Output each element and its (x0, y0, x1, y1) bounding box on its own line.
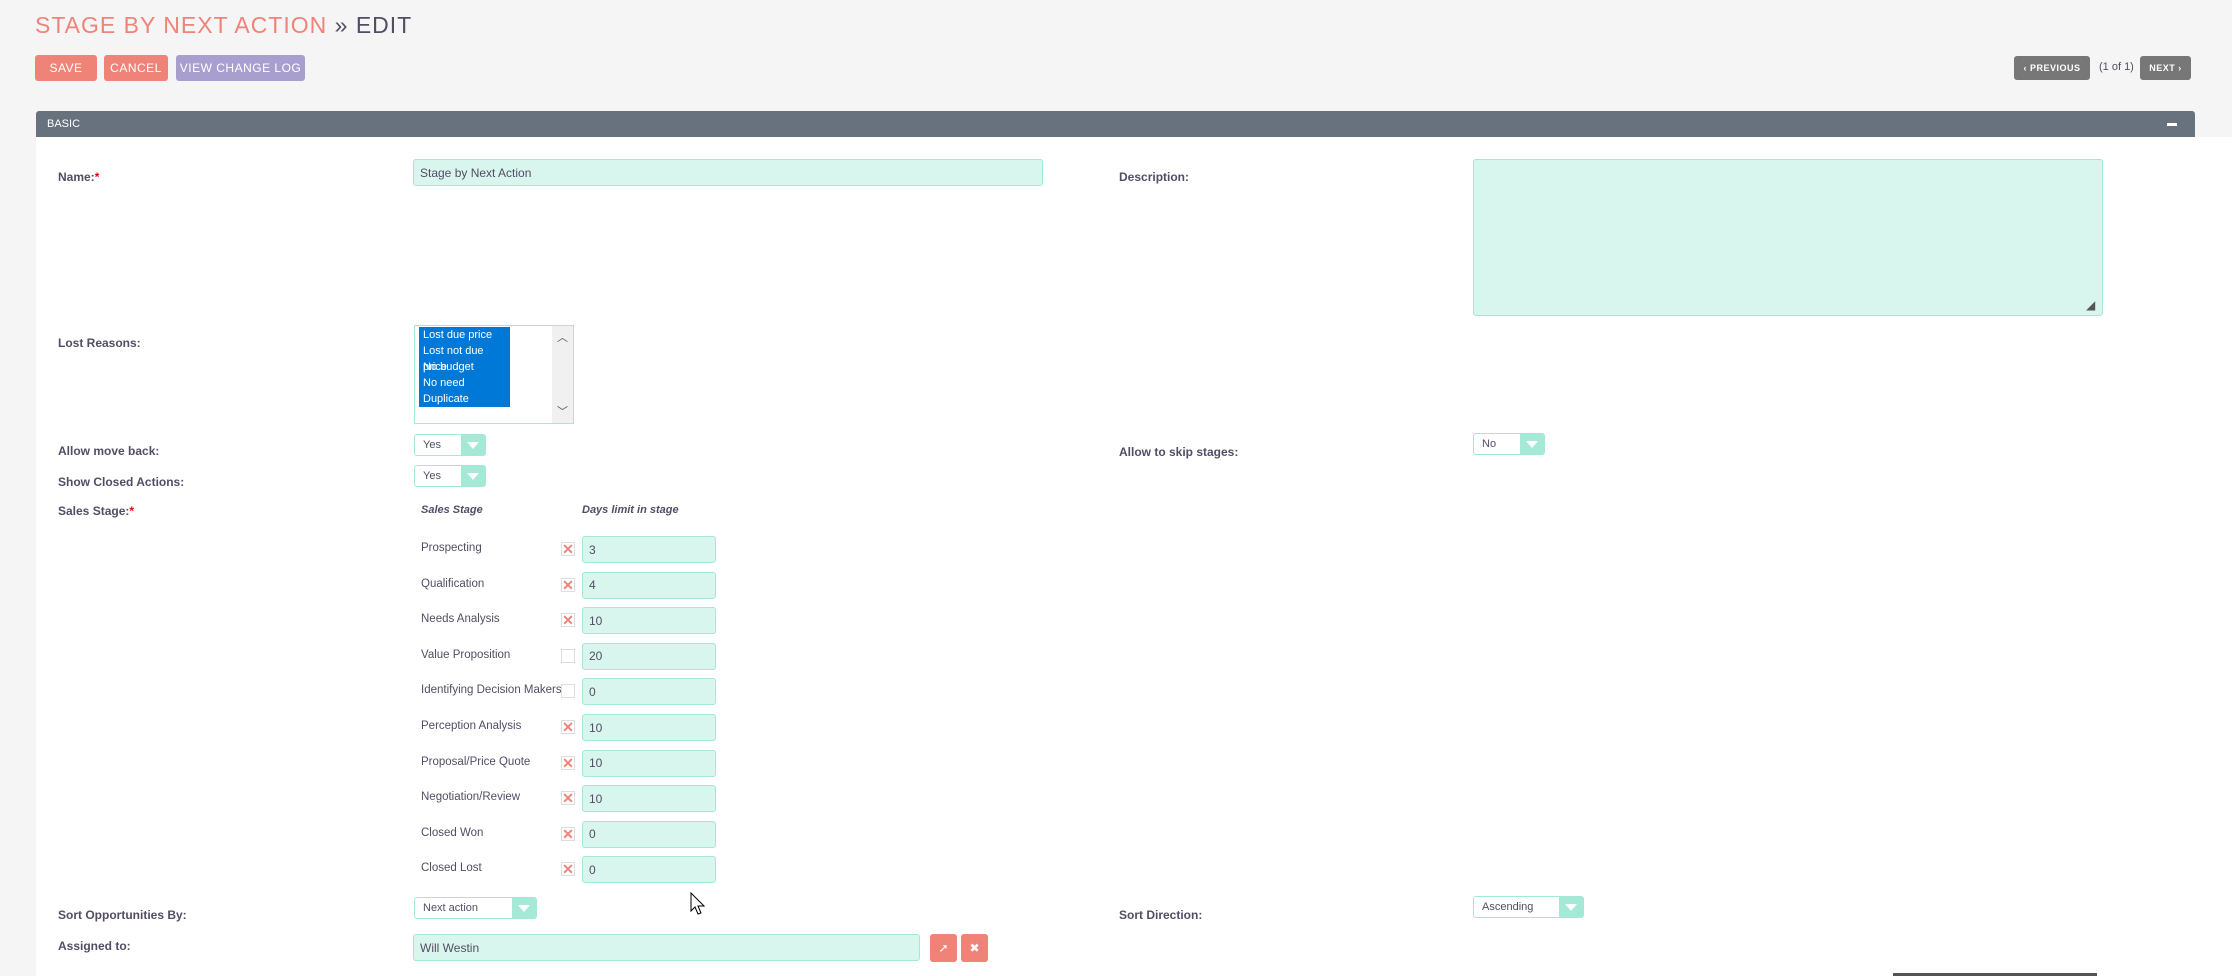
clear-user-button[interactable]: ✖ (961, 934, 988, 962)
pagination-count: (1 of 1) (2099, 61, 2134, 73)
dropdown-arrow-icon (461, 466, 485, 486)
assigned-to-label: Assigned to: (58, 939, 131, 953)
sort-direction-label: Sort Direction: (1119, 908, 1203, 922)
sales-stage-name: Negotiation/Review (421, 791, 521, 804)
description-label: Description: (1119, 170, 1190, 184)
assigned-to-input[interactable]: Will Westin (413, 934, 920, 961)
module-title[interactable]: STAGE BY NEXT ACTION (35, 12, 327, 38)
dropdown-arrow-icon (461, 435, 485, 455)
previous-label: PREVIOUS (2029, 63, 2081, 73)
cancel-button[interactable]: CANCEL (104, 55, 168, 81)
select-value: Yes (423, 439, 441, 451)
allow-skip-stages-select[interactable]: No (1473, 433, 1545, 455)
select-value: No (1482, 438, 1497, 450)
chevron-right-icon: › (2175, 63, 2182, 73)
select-value: Yes (423, 470, 441, 482)
sales-stage-label: Sales Stage:* (58, 504, 135, 518)
sales-stage-name: Closed Won (421, 826, 484, 839)
dropdown-arrow-icon (512, 898, 536, 918)
sort-by-label: Sort Opportunities By: (58, 908, 187, 922)
days-limit-input[interactable]: 0 (582, 820, 716, 848)
panel-title: BASIC (47, 118, 81, 130)
stage-checkbox[interactable] (561, 684, 575, 699)
scroll-down-icon[interactable]: ﹀ (552, 403, 573, 419)
scrollbar[interactable]: ︿ ﹀ (552, 326, 573, 423)
allow-move-back-label: Allow move back: (58, 444, 160, 458)
days-limit-input[interactable]: 10 (582, 607, 716, 635)
days-limit-input[interactable]: 0 (582, 678, 716, 706)
lost-reasons-multiselect[interactable]: Lost due price Lost not due price No bud… (414, 325, 574, 424)
stage-checkbox[interactable]: ✕ (561, 862, 575, 877)
days-limit-input[interactable]: 10 (582, 785, 716, 813)
collapse-icon[interactable] (2167, 123, 2177, 126)
days-limit-input[interactable]: 20 (582, 642, 716, 670)
sales-stage-name: Proposal/Price Quote (421, 755, 531, 768)
sales-stage-name: Value Proposition (421, 648, 511, 661)
days-limit-input[interactable]: 10 (582, 714, 716, 741)
lost-reason-option[interactable]: Duplicate (419, 391, 510, 407)
sales-stage-name: Identifying Decision Makers (421, 684, 562, 697)
stage-checkbox[interactable]: ✕ (561, 755, 575, 770)
dropdown-arrow-icon (1559, 897, 1583, 917)
select-value: Ascending (1482, 901, 1534, 913)
days-limit-input[interactable]: 10 (582, 749, 716, 777)
title-separator: » (334, 12, 349, 38)
previous-button[interactable]: ‹ PREVIOUS (2014, 56, 2090, 80)
dropdown-arrow-icon (1520, 434, 1544, 454)
lost-reason-option[interactable]: No budget (419, 359, 510, 375)
stage-checkbox[interactable]: ✕ (561, 826, 575, 841)
stage-checkbox[interactable]: ✕ (561, 613, 575, 628)
sales-stage-name: Closed Lost (421, 862, 482, 875)
scroll-up-icon[interactable]: ︿ (552, 329, 573, 345)
sales-stage-name: Needs Analysis (421, 613, 500, 626)
page-title: STAGE BY NEXT ACTION » EDIT (35, 12, 412, 39)
stage-checkbox[interactable]: ✕ (561, 720, 575, 734)
sales-stage-column-header: Sales Stage (421, 504, 483, 516)
next-label: NEXT (2149, 63, 2176, 73)
sort-by-select[interactable]: Next action (414, 897, 537, 919)
sort-direction-select[interactable]: Ascending (1473, 896, 1584, 918)
show-closed-actions-select[interactable]: Yes (414, 465, 486, 487)
name-label: Name:* (58, 170, 100, 184)
mouse-cursor-icon (690, 892, 706, 915)
next-button[interactable]: NEXT › (2140, 56, 2191, 80)
stage-checkbox[interactable]: ✕ (561, 577, 575, 592)
description-textarea[interactable] (1473, 159, 2103, 316)
days-limit-column-header: Days limit in stage (582, 504, 679, 516)
lost-reason-option[interactable]: Lost not due price (419, 343, 510, 373)
select-value: Next action (423, 902, 479, 914)
lost-reason-option[interactable]: No need (419, 375, 510, 391)
sales-stage-name: Perception Analysis (421, 720, 522, 732)
stage-checkbox[interactable]: ✕ (561, 542, 575, 556)
allow-skip-stages-label: Allow to skip stages: (1119, 445, 1239, 459)
resize-handle-icon[interactable]: ◢ (2086, 298, 2095, 312)
panel-header-basic[interactable]: BASIC (36, 111, 2195, 137)
lost-reasons-label: Lost Reasons: (58, 336, 141, 350)
allow-move-back-select[interactable]: Yes (414, 434, 486, 456)
select-user-button[interactable]: ➚ (930, 934, 957, 962)
action-title: EDIT (355, 12, 413, 38)
cursor-arrow-icon: ➚ (938, 941, 949, 955)
close-icon: ✖ (969, 941, 980, 955)
days-limit-input[interactable]: 3 (582, 536, 716, 563)
lost-reason-option[interactable]: Lost due price (419, 327, 510, 343)
stage-checkbox[interactable]: ✕ (561, 791, 575, 806)
view-change-log-button[interactable]: VIEW CHANGE LOG (176, 55, 305, 81)
name-input[interactable]: Stage by Next Action (413, 159, 1043, 186)
sales-stage-name: Qualification (421, 577, 485, 590)
days-limit-input[interactable]: 4 (582, 571, 716, 599)
stage-checkbox[interactable] (561, 648, 575, 663)
days-limit-input[interactable]: 0 (582, 856, 716, 884)
save-button[interactable]: SAVE (35, 55, 97, 81)
sales-stage-name: Prospecting (421, 542, 482, 554)
show-closed-actions-label: Show Closed Actions: (58, 475, 185, 489)
